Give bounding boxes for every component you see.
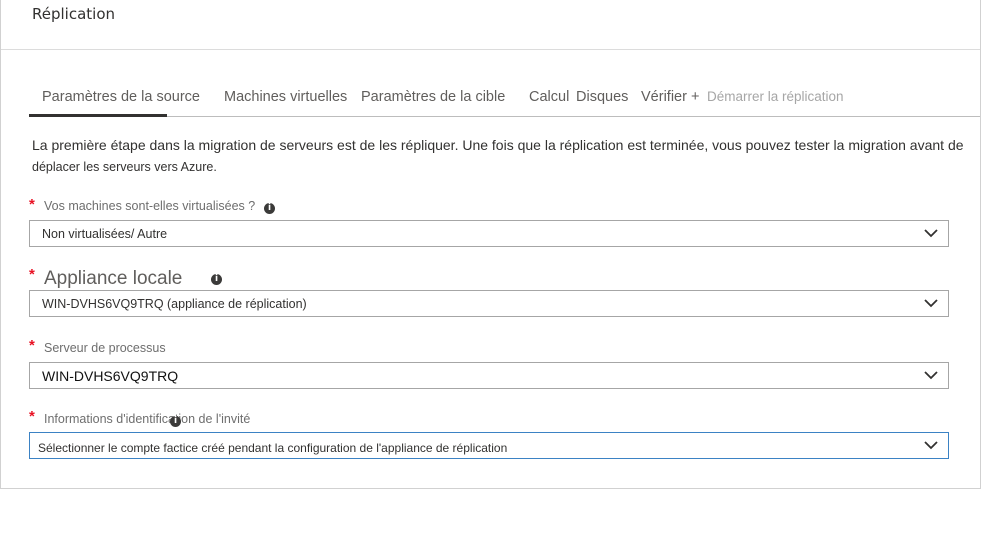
tab-target-settings[interactable]: Paramètres de la cible <box>361 89 505 105</box>
chevron-down-icon <box>924 229 938 238</box>
tab-start-replication[interactable]: Démarrer la réplication <box>707 89 844 104</box>
chevron-down-icon <box>924 299 938 308</box>
guest-credentials-dropdown-value: Sélectionner le compte factice créé pend… <box>38 441 508 455</box>
process-server-dropdown-value: WIN-DVHS6VQ9TRQ <box>42 368 179 384</box>
active-tab-indicator <box>29 114 167 117</box>
appliance-label: Appliance locale <box>44 268 183 289</box>
info-icon[interactable]: i <box>211 274 222 285</box>
info-icon[interactable]: i <box>170 416 181 427</box>
tab-divider <box>29 116 980 117</box>
virtualized-label: Vos machines sont-elles virtualisées ? <box>44 199 256 213</box>
intro-text: La première étape dans la migration de s… <box>32 137 964 153</box>
process-server-label: Serveur de processus <box>44 341 166 355</box>
tab-source-settings[interactable]: Paramètres de la source <box>42 89 200 105</box>
required-asterisk: * <box>29 408 35 425</box>
tab-compute[interactable]: Calcul <box>529 89 569 105</box>
guest-credentials-label: Informations d'identification de l'invit… <box>44 412 251 426</box>
virtualized-dropdown-value: Non virtualisées/ Autre <box>42 227 168 241</box>
required-asterisk: * <box>29 196 35 213</box>
appliance-dropdown[interactable]: WIN-DVHS6VQ9TRQ (appliance de réplicatio… <box>29 290 949 317</box>
required-asterisk: * <box>29 266 35 283</box>
intro-text-continued: déplacer les serveurs vers Azure. <box>32 160 217 174</box>
virtualized-dropdown[interactable]: Non virtualisées/ Autre <box>29 220 949 247</box>
guest-credentials-dropdown[interactable]: Sélectionner le compte factice créé pend… <box>29 432 949 459</box>
process-server-dropdown[interactable]: WIN-DVHS6VQ9TRQ <box>29 362 949 389</box>
replication-panel: Réplication Paramètres de la source Mach… <box>0 0 981 489</box>
tab-review[interactable]: Vérifier + <box>641 89 699 105</box>
wizard-tabs: Paramètres de la source Machines virtuel… <box>1 0 980 120</box>
tab-virtual-machines[interactable]: Machines virtuelles <box>224 89 347 105</box>
chevron-down-icon <box>924 441 938 450</box>
required-asterisk: * <box>29 337 35 354</box>
chevron-down-icon <box>924 371 938 380</box>
tab-disks[interactable]: Disques <box>576 89 628 105</box>
info-icon[interactable]: i <box>264 203 275 214</box>
appliance-dropdown-value: WIN-DVHS6VQ9TRQ (appliance de réplicatio… <box>42 297 307 311</box>
